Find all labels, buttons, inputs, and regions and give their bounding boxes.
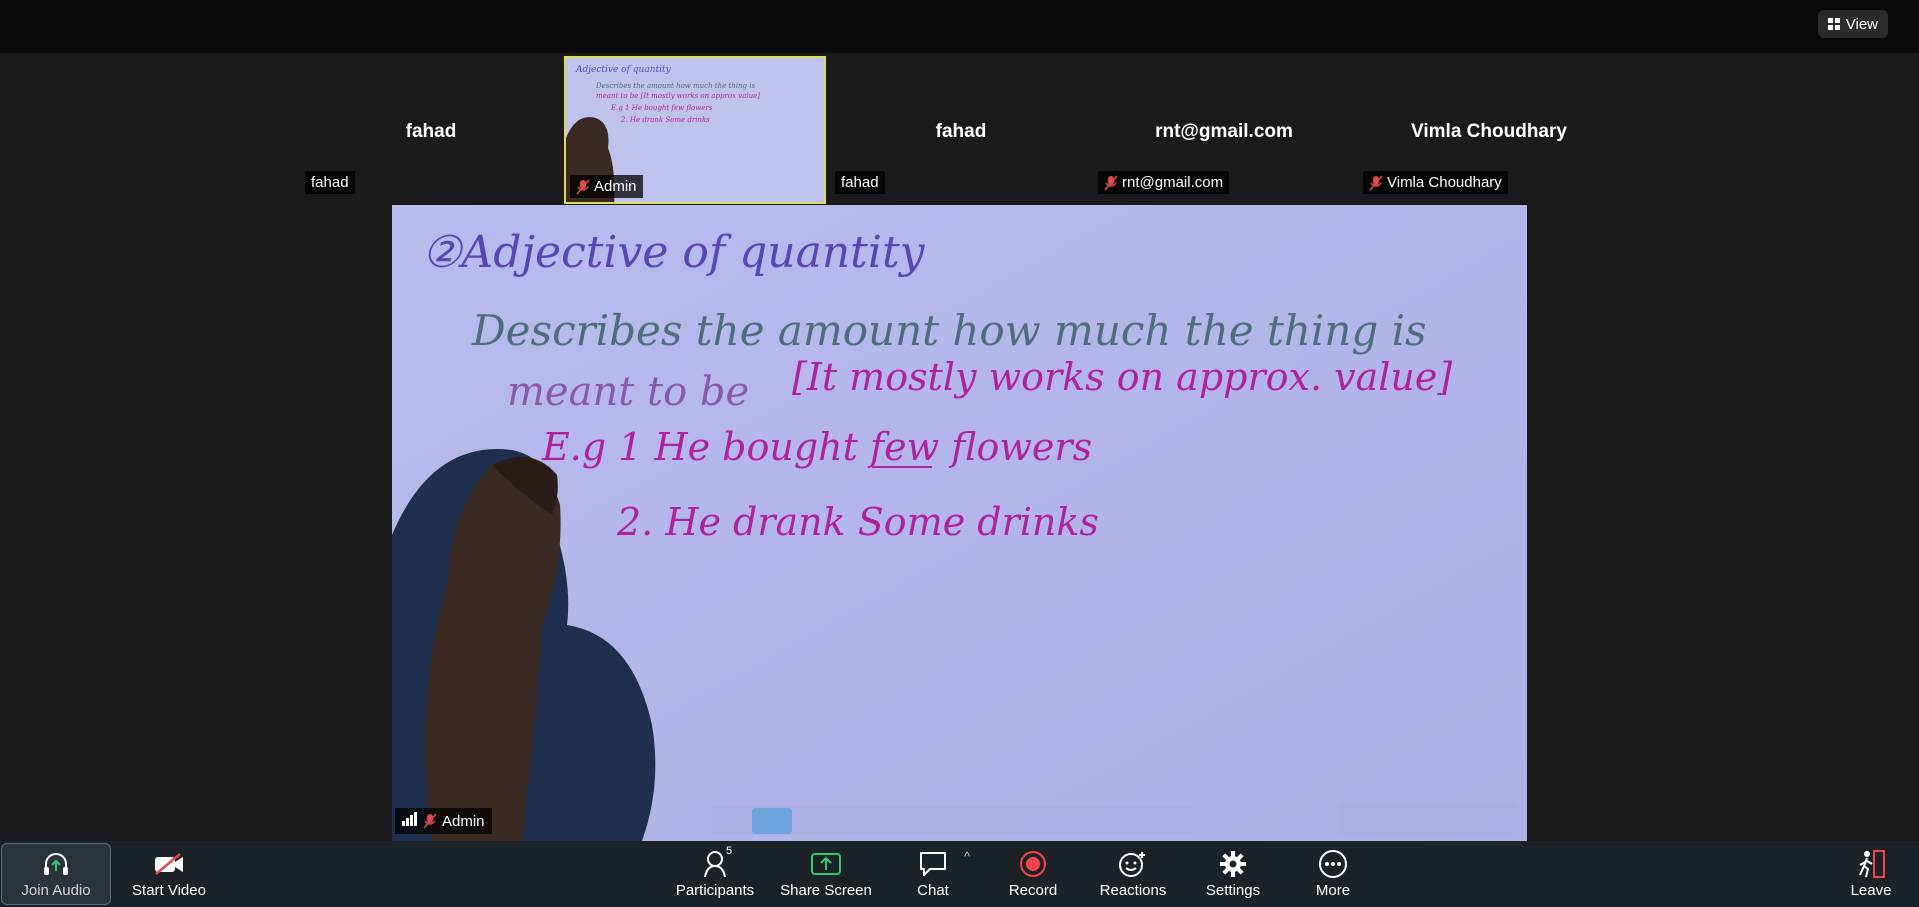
participant-label-text: rnt@gmail.com xyxy=(1122,174,1224,191)
signal-strength-icon xyxy=(402,812,418,830)
participant-tile[interactable]: rnt@gmail.com rnt@gmail.com xyxy=(1093,57,1355,202)
participants-label: Participants xyxy=(675,882,755,899)
leave-icon xyxy=(1856,849,1886,879)
start-video-button[interactable]: Start Video xyxy=(125,841,213,907)
meeting-toolbar: Join Audio Start Video 5 Participants Sh… xyxy=(0,841,1919,907)
video-off-icon xyxy=(154,849,184,879)
mic-muted-icon xyxy=(1104,174,1118,191)
record-button[interactable]: Record xyxy=(998,841,1068,907)
main-video-label: Admin xyxy=(395,808,492,834)
board-line1: Describes the amount how much the thing … xyxy=(471,306,1427,355)
participant-label: fahad xyxy=(305,171,355,194)
board-heading: ②Adjective of quantity xyxy=(422,227,926,278)
participant-label-text: fahad xyxy=(311,174,349,191)
participants-icon xyxy=(702,849,728,879)
participant-label: rnt@gmail.com xyxy=(1098,171,1230,194)
main-video[interactable]: ②Adjective of quantity Describes the amo… xyxy=(392,205,1527,841)
svg-text:Adjective of quantity: Adjective of quantity xyxy=(575,65,672,75)
svg-text:2. He drank Some drinks: 2. He drank Some drinks xyxy=(620,116,710,124)
leave-button[interactable]: Leave xyxy=(1846,841,1896,907)
more-icon xyxy=(1318,849,1348,879)
mic-muted-icon xyxy=(576,178,590,195)
participant-tile[interactable]: Vimla Choudhary Vimla Choudhary xyxy=(1358,57,1620,202)
thumbnail-label-text: Admin xyxy=(594,178,637,195)
participant-name: Vimla Choudhary xyxy=(1411,121,1567,142)
main-video-label-text: Admin xyxy=(442,812,485,830)
board-example2: 2. He drank Some drinks xyxy=(616,500,1099,544)
leave-label: Leave xyxy=(1850,882,1892,899)
gear-icon xyxy=(1219,849,1247,879)
participant-name: fahad xyxy=(405,121,457,142)
grid-icon xyxy=(1827,18,1840,30)
more-label: More xyxy=(1315,882,1351,899)
svg-text:meant to be [It mostly works o: meant to be [It mostly works on approx v… xyxy=(596,92,760,100)
participant-tile[interactable]: fahad fahad xyxy=(300,57,562,202)
headphones-icon xyxy=(42,849,70,879)
participants-button[interactable]: 5 Participants xyxy=(672,841,758,907)
board-line2b: [It mostly works on approx. value] xyxy=(792,355,1452,399)
share-screen-button[interactable]: Share Screen xyxy=(780,841,872,907)
settings-label: Settings xyxy=(1205,882,1261,899)
record-icon xyxy=(1018,849,1048,879)
participant-label: fahad xyxy=(835,171,885,194)
share-screen-icon xyxy=(811,849,841,879)
board-example1: E.g 1 He bought few flowers xyxy=(541,425,1092,469)
settings-button[interactable]: Settings xyxy=(1199,841,1267,907)
participant-name: fahad xyxy=(935,121,987,142)
reactions-label: Reactions xyxy=(1099,882,1167,899)
whiteboard-video: ②Adjective of quantity Describes the amo… xyxy=(392,205,1527,841)
mic-muted-icon xyxy=(423,813,437,829)
chat-label: Chat xyxy=(917,882,949,899)
participant-tile[interactable]: fahad fahad xyxy=(830,57,1092,202)
reactions-button[interactable]: Reactions xyxy=(1095,841,1171,907)
start-video-label: Start Video xyxy=(132,882,206,899)
svg-text:E.g 1 He bought few flowers: E.g 1 He bought few flowers xyxy=(610,104,713,112)
mic-muted-icon xyxy=(1369,174,1383,191)
thumbnail-label: Admin xyxy=(570,175,643,198)
chat-options-caret-icon[interactable]: ^ xyxy=(964,849,970,864)
svg-text:Describes the amount how much: Describes the amount how much the thing … xyxy=(595,82,756,90)
share-screen-label: Share Screen xyxy=(780,882,872,899)
view-label: View xyxy=(1845,15,1878,33)
chat-button[interactable]: Chat xyxy=(900,841,966,907)
join-audio-label: Join Audio xyxy=(21,882,91,899)
participant-label-text: fahad xyxy=(841,174,879,191)
record-label: Record xyxy=(1008,882,1058,899)
board-line2a: meant to be xyxy=(507,369,749,415)
participant-label: Vimla Choudhary xyxy=(1363,171,1508,194)
more-button[interactable]: More xyxy=(1302,841,1364,907)
join-audio-button[interactable]: Join Audio xyxy=(1,843,111,905)
view-button[interactable]: View xyxy=(1817,10,1888,38)
participant-label-text: Vimla Choudhary xyxy=(1387,174,1502,191)
reactions-icon xyxy=(1118,849,1148,879)
top-bar: View xyxy=(0,0,1919,53)
participants-count: 5 xyxy=(726,845,733,857)
participant-name: rnt@gmail.com xyxy=(1155,121,1293,142)
chat-icon xyxy=(918,849,948,879)
active-speaker-thumbnail[interactable]: Adjective of quantity Describes the amou… xyxy=(564,56,826,204)
